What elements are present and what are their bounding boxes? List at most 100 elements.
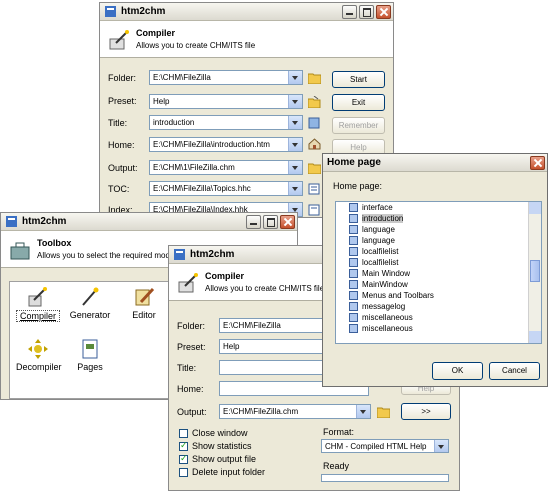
list-item[interactable]: miscellaneous bbox=[336, 323, 528, 334]
list-item[interactable]: localfilelist bbox=[336, 246, 528, 257]
list-item[interactable]: language bbox=[336, 224, 528, 235]
header-title: Compiler bbox=[136, 28, 176, 38]
chm-page-icon bbox=[349, 247, 358, 256]
tool-editor[interactable]: Editor bbox=[122, 286, 166, 320]
tool-compiler[interactable]: Compiler bbox=[16, 286, 60, 322]
compiler-wand-icon bbox=[109, 30, 129, 50]
close-button[interactable] bbox=[280, 214, 295, 229]
checkbox-label: Close window bbox=[192, 428, 248, 438]
start-button[interactable]: Start bbox=[332, 71, 385, 88]
list-item[interactable]: language bbox=[336, 235, 528, 246]
checkbox[interactable] bbox=[179, 440, 188, 451]
close-button[interactable] bbox=[376, 4, 391, 19]
checkbox[interactable] bbox=[179, 453, 188, 464]
format-label: Format: bbox=[323, 427, 355, 437]
decompiler-arrows-icon bbox=[28, 339, 48, 359]
list-item-label: miscellaneous bbox=[362, 324, 413, 333]
output-combo[interactable]: E:\CHM\FileZilla.chm bbox=[219, 404, 371, 419]
chm-page-icon bbox=[349, 269, 358, 278]
toc-combo[interactable]: E:\CHM\FileZilla\Topics.hhc bbox=[149, 181, 303, 196]
remember-button[interactable]: Remember bbox=[332, 117, 385, 134]
chevron-down-icon[interactable] bbox=[288, 95, 302, 108]
output-combo[interactable]: E:\CHM\1\FileZilla.chm bbox=[149, 160, 303, 175]
preset-combo[interactable]: Help bbox=[149, 94, 303, 109]
checkbox[interactable] bbox=[179, 429, 188, 438]
checkbox-label: Show output file bbox=[192, 454, 257, 464]
list-item-label: miscellaneous bbox=[362, 313, 413, 322]
chevron-down-icon[interactable] bbox=[288, 138, 302, 151]
cancel-button[interactable]: Cancel bbox=[489, 362, 540, 380]
generator-wand-icon bbox=[82, 287, 99, 306]
folder-open-icon[interactable] bbox=[308, 96, 321, 108]
ok-button[interactable]: OK bbox=[432, 362, 483, 380]
minimize-button[interactable] bbox=[246, 214, 261, 229]
output-label: Output: bbox=[177, 407, 207, 417]
header-subtitle: Allows you to create CHM/ITS file bbox=[136, 41, 256, 50]
header-panel: Compiler Allows you to create CHM/ITS fi… bbox=[100, 21, 393, 58]
home-combo[interactable]: E:\CHM\FileZilla\introduction.htm bbox=[149, 137, 303, 152]
folder-icon[interactable] bbox=[308, 72, 321, 84]
list-item[interactable]: messagelog bbox=[336, 301, 528, 312]
toolbox-icon bbox=[10, 242, 30, 260]
list-items: interface introduction language language loc… bbox=[336, 202, 528, 334]
chm-page-icon bbox=[349, 258, 358, 267]
tool-pages[interactable]: Pages bbox=[68, 338, 112, 372]
home-page-dialog: Home page Home page: interface introducti… bbox=[322, 153, 548, 387]
window-title: htm2chm bbox=[22, 216, 67, 227]
folder-icon[interactable] bbox=[308, 162, 321, 174]
checkbox[interactable] bbox=[179, 468, 188, 477]
compiler-wand-icon bbox=[28, 287, 47, 307]
chm-page-icon bbox=[349, 236, 358, 245]
maximize-button[interactable] bbox=[263, 214, 278, 229]
list-item[interactable]: MainWindow bbox=[336, 279, 528, 290]
chevron-down-icon[interactable] bbox=[288, 71, 302, 84]
tool-label: Editor bbox=[132, 310, 156, 320]
app-icon bbox=[105, 6, 116, 17]
chm-page-icon bbox=[349, 214, 358, 223]
scroll-down-arrow-icon[interactable] bbox=[529, 331, 541, 343]
list-item-label: introduction bbox=[362, 214, 404, 223]
scroll-thumb[interactable] bbox=[530, 260, 540, 282]
chm-page-icon bbox=[349, 302, 358, 311]
chevron-down-icon[interactable] bbox=[288, 116, 302, 129]
title-combo[interactable]: introduction bbox=[149, 115, 303, 130]
chm-page-icon bbox=[349, 291, 358, 300]
list-item[interactable]: Menus and Toolbars bbox=[336, 290, 528, 301]
chevron-down-icon[interactable] bbox=[434, 440, 448, 452]
folder-icon[interactable] bbox=[377, 406, 390, 418]
tool-decompiler[interactable]: Decompiler bbox=[16, 338, 62, 372]
scroll-up-arrow-icon[interactable] bbox=[529, 202, 541, 214]
folder-combo[interactable]: E:\CHM\FileZilla bbox=[149, 70, 303, 85]
chm-page-icon bbox=[349, 313, 358, 322]
list-item[interactable]: localfilelist bbox=[336, 257, 528, 268]
checkbox-label: Delete input folder bbox=[192, 467, 266, 477]
compiler-wand-icon bbox=[178, 273, 198, 293]
topic-list[interactable]: interface introduction language language loc… bbox=[335, 201, 542, 344]
app-icon bbox=[6, 216, 17, 227]
scrollbar[interactable] bbox=[528, 202, 541, 343]
exit-button[interactable]: Exit bbox=[332, 94, 385, 111]
list-item[interactable]: interface bbox=[336, 202, 528, 213]
home-icon[interactable] bbox=[308, 138, 321, 150]
chm-page-icon bbox=[349, 324, 358, 333]
list-item[interactable]: introduction bbox=[336, 213, 528, 224]
close-button[interactable] bbox=[530, 155, 545, 170]
maximize-button[interactable] bbox=[359, 4, 374, 19]
title-bar: Home page bbox=[323, 154, 547, 172]
list-item[interactable]: miscellaneous bbox=[336, 312, 528, 323]
book-icon[interactable] bbox=[308, 117, 321, 129]
chevron-down-icon[interactable] bbox=[288, 161, 302, 174]
home-page-label: Home page: bbox=[333, 181, 383, 191]
toc-edit-icon[interactable] bbox=[308, 183, 321, 195]
tool-generator[interactable]: Generator bbox=[68, 286, 112, 320]
list-item[interactable]: Main Window bbox=[336, 268, 528, 279]
list-item-label: language bbox=[362, 236, 395, 245]
chevron-down-icon[interactable] bbox=[288, 182, 302, 195]
window-title: Home page bbox=[327, 157, 381, 168]
chevron-down-icon[interactable] bbox=[356, 405, 370, 418]
format-combo[interactable]: CHM - Compiled HTML Help bbox=[321, 439, 449, 453]
index-edit-icon[interactable] bbox=[308, 204, 321, 216]
minimize-button[interactable] bbox=[342, 4, 357, 19]
more-button[interactable]: >> bbox=[401, 403, 451, 420]
list-item-label: Menus and Toolbars bbox=[362, 291, 434, 300]
